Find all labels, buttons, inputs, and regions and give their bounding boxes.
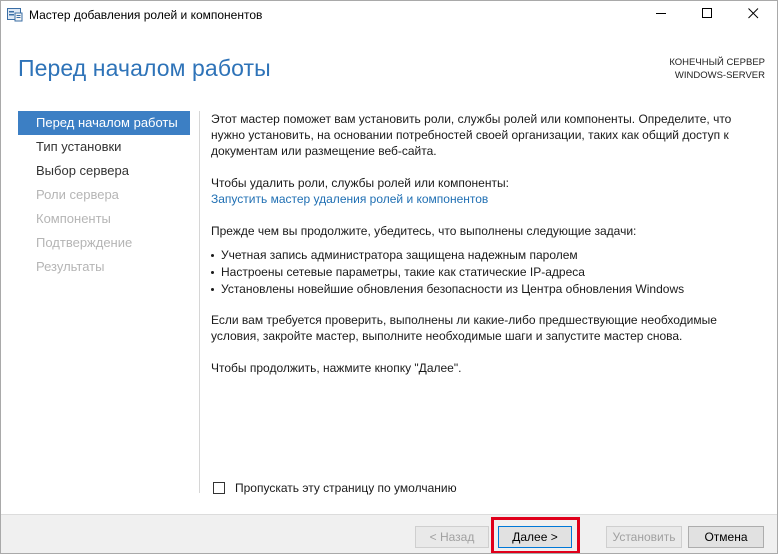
- minimize-button[interactable]: [638, 1, 684, 29]
- maximize-icon: [701, 6, 713, 24]
- destination-server-name: WINDOWS-SERVER: [674, 70, 765, 81]
- skip-page-option[interactable]: Пропускать эту страницу по умолчанию: [213, 481, 457, 495]
- wizard-content: Этот мастер поможет вам установить роли,…: [211, 111, 763, 376]
- intro-text: Этот мастер поможет вам установить роли,…: [211, 112, 732, 158]
- nav-item-before-you-begin[interactable]: Перед началом работы: [18, 111, 190, 135]
- close-icon: [747, 6, 759, 24]
- prerequisites-list: Учетная запись администратора защищена н…: [211, 247, 763, 298]
- list-item: Установлены новейшие обновления безопасн…: [211, 281, 763, 298]
- server-manager-icon: [7, 8, 23, 22]
- remove-roles-wizard-link[interactable]: Запустить мастер удаления ролей и компон…: [211, 191, 763, 207]
- list-item: Настроены сетевые параметры, такие как с…: [211, 264, 763, 281]
- back-button: < Назад: [415, 526, 489, 548]
- bullet-icon: [211, 271, 214, 274]
- nav-divider: [199, 111, 200, 493]
- nav-item-features: Компоненты: [36, 211, 111, 226]
- cancel-button[interactable]: Отмена: [688, 526, 764, 548]
- close-button[interactable]: [730, 1, 776, 29]
- window-title: Мастер добавления ролей и компонентов: [29, 8, 263, 22]
- page-title: Перед началом работы: [18, 55, 271, 81]
- minimize-icon: [655, 6, 667, 24]
- nav-item-server-selection[interactable]: Выбор сервера: [18, 159, 190, 183]
- list-item: Учетная запись администратора защищена н…: [211, 247, 763, 264]
- title-bar[interactable]: Мастер добавления ролей и компонентов: [1, 1, 777, 31]
- nav-item-server-roles: Роли сервера: [36, 187, 119, 202]
- continue-text: Чтобы продолжить, нажмите кнопку "Далее"…: [211, 361, 462, 375]
- nav-item-results: Результаты: [36, 259, 105, 274]
- install-button: Установить: [606, 526, 682, 548]
- wizard-steps-nav: Перед началом работы Тип установки Выбор…: [18, 111, 190, 279]
- nav-item-installation-type[interactable]: Тип установки: [18, 135, 190, 159]
- skip-page-label: Пропускать эту страницу по умолчанию: [235, 481, 457, 495]
- nav-item-confirmation: Подтверждение: [36, 235, 133, 250]
- destination-server-label: КОНЕЧНЫЙ СЕРВЕР: [669, 57, 765, 68]
- prerequisites-intro: Прежде чем вы продолжите, убедитесь, что…: [211, 224, 637, 238]
- verify-text: Если вам требуется проверить, выполнены …: [211, 313, 717, 343]
- bullet-icon: [211, 288, 214, 291]
- skip-page-checkbox[interactable]: [213, 482, 225, 494]
- wizard-window: Мастер добавления ролей и компонентов Пе…: [0, 0, 778, 554]
- remove-text: Чтобы удалить роли, службы ролей или ком…: [211, 176, 509, 190]
- wizard-footer: < Назад Далее > Установить Отмена: [1, 514, 777, 553]
- bullet-icon: [211, 254, 214, 257]
- maximize-button[interactable]: [684, 1, 730, 29]
- destination-server: КОНЕЧНЫЙ СЕРВЕР WINDOWS-SERVER: [669, 56, 765, 82]
- next-button[interactable]: Далее >: [498, 526, 572, 548]
